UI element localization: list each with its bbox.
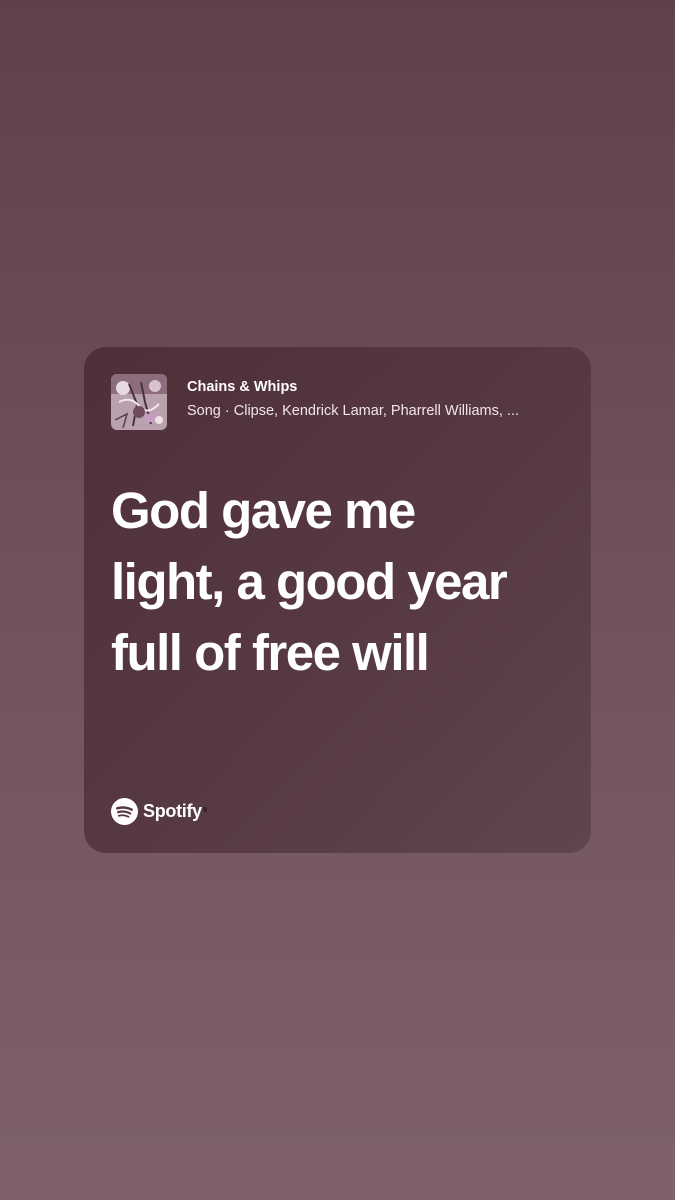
song-subtitle: Song · Clipse, Kendrick Lamar, Pharrell … (187, 403, 519, 419)
spotify-logo: Spotify ® (111, 796, 207, 826)
lyrics-text: God gave me light, a good year full of f… (111, 475, 567, 688)
spotify-icon (111, 797, 138, 825)
lyrics-share-card: Chains & Whips Song · Clipse, Kendrick L… (84, 347, 591, 853)
lyric-line: full of free will (111, 624, 430, 681)
brand-name: Spotify (143, 800, 202, 821)
trademark-mark: ® (202, 808, 208, 814)
song-meta: Chains & Whips Song · Clipse, Kendrick L… (187, 378, 571, 420)
album-art (111, 374, 167, 430)
song-header: Chains & Whips Song · Clipse, Kendrick L… (111, 374, 571, 430)
song-title: Chains & Whips (187, 379, 298, 395)
album-art-image (111, 374, 167, 430)
lyric-line: light, a good year (111, 553, 508, 610)
lyric-line: God gave me (111, 482, 416, 539)
